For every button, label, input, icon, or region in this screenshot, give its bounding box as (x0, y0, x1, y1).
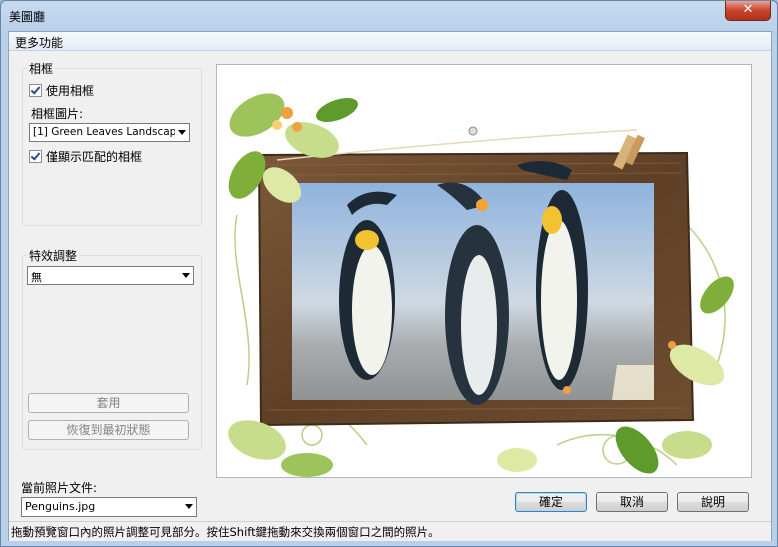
menu-more-features[interactable]: 更多功能 (15, 34, 63, 51)
frame-image-label: 相框圖片: (31, 107, 84, 121)
pin-icon (468, 126, 478, 136)
chevron-down-icon (185, 504, 193, 509)
only-matching-checkbox-row[interactable]: 僅顯示匹配的相框 (29, 148, 142, 165)
use-frame-label: 使用相框 (46, 84, 95, 98)
use-frame-checkbox[interactable] (29, 84, 42, 97)
chevron-down-icon (182, 273, 190, 278)
page-curl (612, 365, 654, 400)
frame-image-select[interactable]: [1] Green Leaves Landscape (29, 123, 190, 142)
effects-group-label: 特效調整 (27, 247, 80, 264)
help-button[interactable]: 說明 (677, 492, 749, 512)
effect-select[interactable]: 無 (27, 266, 194, 285)
menu-bar: 更多功能 (9, 32, 771, 51)
photo-preview[interactable] (216, 64, 752, 478)
status-text: 拖動預覽窗口內的照片調整可見部分。按住Shift鍵拖動來交換兩個窗口之間的照片。 (11, 525, 440, 539)
title-bar[interactable]: 美圖廳 ✕ (1, 1, 777, 31)
apply-button[interactable]: 套用 (28, 393, 189, 413)
use-frame-checkbox-row[interactable]: 使用相框 (29, 82, 94, 99)
cancel-button[interactable]: 取消 (596, 492, 668, 512)
effect-select-value: 無 (31, 271, 42, 284)
current-photo-label: 當前照片文件: (21, 481, 98, 495)
close-button[interactable]: ✕ (725, 1, 771, 21)
frame-group-label: 相框 (27, 60, 56, 77)
app-window: 美圖廳 ✕ 更多功能 相框 使用相框 相框圖片: [1] Green Leave… (0, 0, 778, 547)
ok-button[interactable]: 確定 (515, 492, 587, 512)
framed-photo-image (228, 93, 734, 477)
client-area: 更多功能 相框 使用相框 相框圖片: [1] Green Leaves Land… (8, 31, 772, 541)
restore-button[interactable]: 恢復到最初狀態 (28, 420, 189, 440)
current-photo-value: Penguins.jpg (25, 500, 96, 513)
only-matching-checkbox[interactable] (29, 150, 42, 163)
status-bar: 拖動預覽窗口內的照片調整可見部分。按住Shift鍵拖動來交換兩個窗口之間的照片。 (9, 521, 771, 541)
close-icon: ✕ (742, 2, 754, 17)
chevron-down-icon (178, 130, 186, 135)
only-matching-label: 僅顯示匹配的相框 (46, 150, 143, 164)
current-photo-select[interactable]: Penguins.jpg (21, 497, 197, 517)
window-title: 美圖廳 (9, 10, 46, 24)
frame-image-value: [1] Green Leaves Landscape (33, 126, 183, 138)
